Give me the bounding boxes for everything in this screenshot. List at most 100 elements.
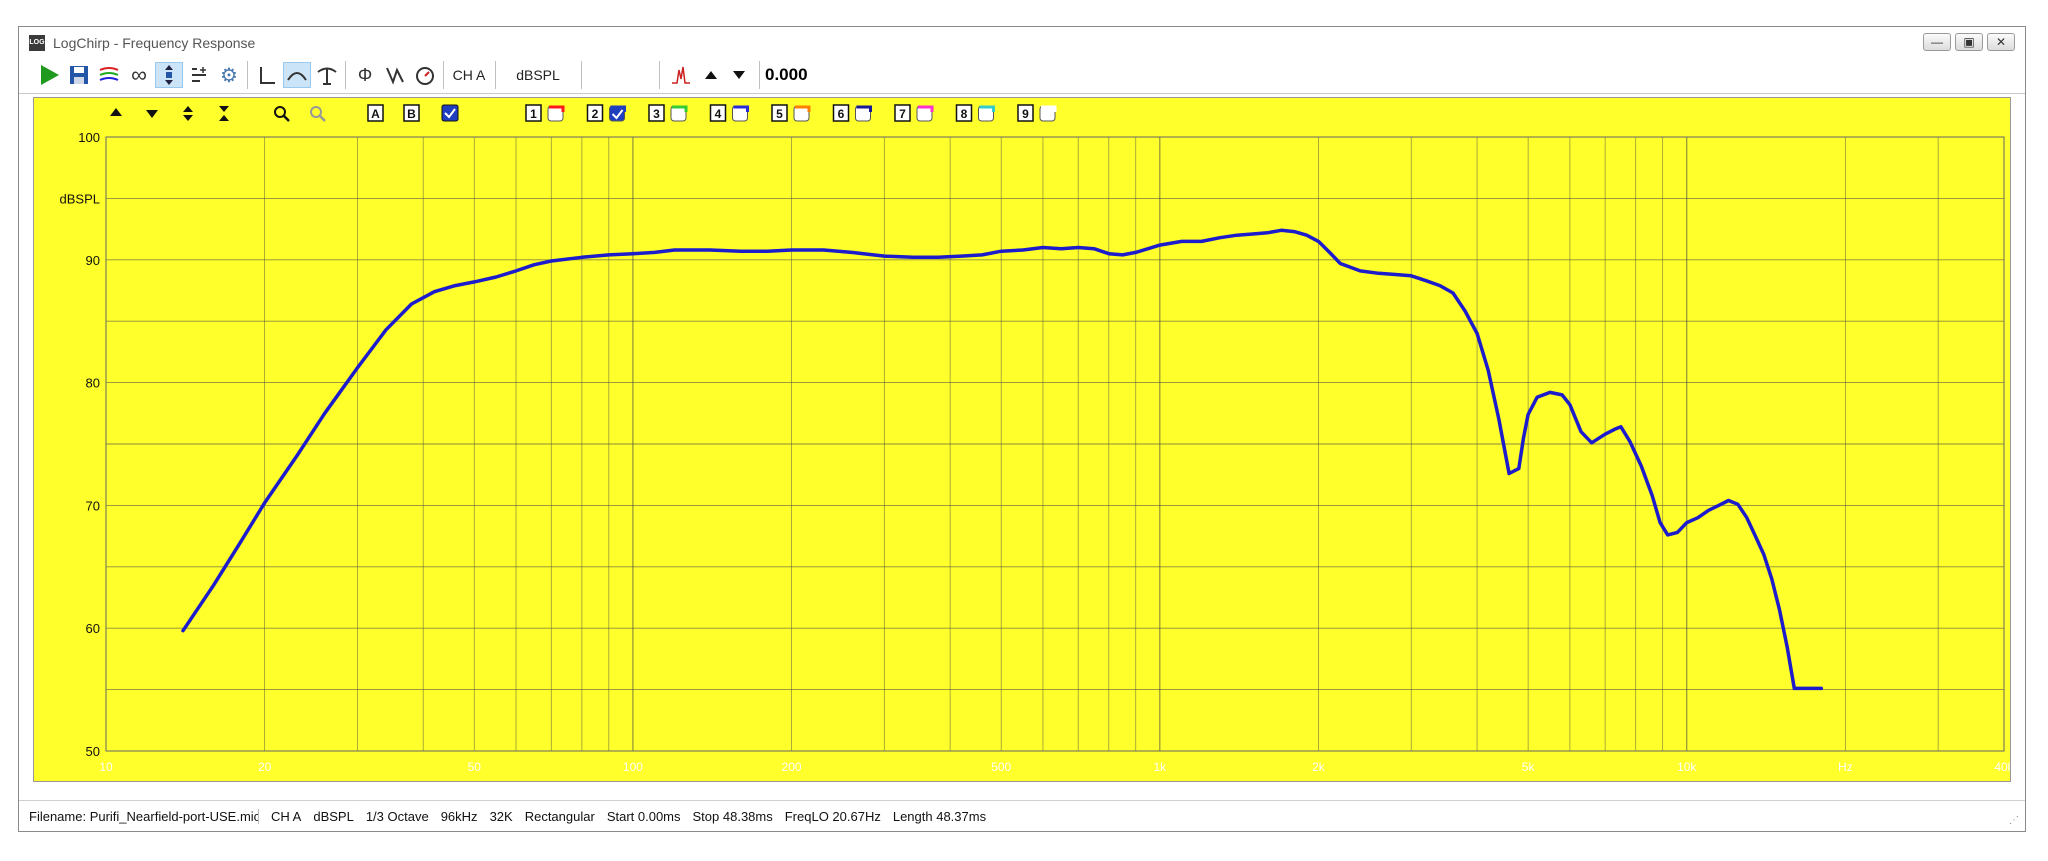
- restore-button[interactable]: ▣: [1955, 33, 1983, 51]
- plot-canvas[interactable]: 50 60 70 80 90 100 dBSPL 10 20 50 100 200 500 1k 2k 5k 1…: [34, 98, 2010, 781]
- status-start: Start 0.00ms: [606, 808, 681, 824]
- status-sample-rate: 96kHz: [440, 808, 478, 824]
- plot-controls: A B 1 2 3 4 5 6 7 8 9: [110, 104, 1057, 122]
- trace-number: 3: [653, 107, 660, 121]
- trace-toggle-3[interactable]: 3: [648, 104, 688, 122]
- arrow-down-icon: [733, 71, 745, 79]
- zoom-out-button[interactable]: [310, 106, 326, 122]
- phase-button[interactable]: Φ: [351, 62, 379, 88]
- status-unit: dBSPL: [313, 808, 354, 824]
- value-down-button[interactable]: [725, 62, 753, 88]
- trace-toggle-9[interactable]: 9: [1017, 104, 1057, 122]
- peak-button[interactable]: [667, 62, 695, 88]
- title-bar: LOG LogChirp - Frequency Response — ▣ ✕: [19, 27, 2025, 57]
- overlay-button-b[interactable]: B: [403, 104, 420, 122]
- settings-button[interactable]: ⚙: [215, 62, 243, 88]
- spectrum-button[interactable]: [95, 62, 123, 88]
- trace-number: 6: [838, 107, 845, 121]
- group-delay-button[interactable]: [381, 62, 409, 88]
- checkbox-box: [441, 104, 459, 122]
- group-delay-icon: [386, 67, 404, 85]
- window-title: LogChirp - Frequency Response: [53, 35, 256, 51]
- expand-down-icon: [183, 115, 193, 121]
- trace-toggle-7[interactable]: 7: [894, 104, 934, 122]
- toolbar-separator: [659, 61, 660, 89]
- zoom-in-handle: [283, 115, 290, 122]
- vertical-zoom-icon: [165, 65, 173, 85]
- arrow-up-icon: [705, 71, 717, 79]
- status-freqlo: FreqLO 20.67Hz: [784, 808, 881, 824]
- fit-icon: [192, 67, 206, 82]
- unit-selector[interactable]: dBSPL: [503, 62, 573, 88]
- app-icon: LOG: [29, 35, 45, 51]
- loop-button[interactable]: ∞: [125, 62, 153, 88]
- channel-selector[interactable]: CH A: [449, 62, 489, 88]
- x-tick-label: 1k: [1153, 760, 1167, 774]
- phase-icon: Φ: [357, 64, 373, 85]
- move-down-button[interactable]: [146, 110, 158, 118]
- save-button[interactable]: [65, 62, 93, 88]
- close-icon: ✕: [1995, 35, 2007, 49]
- status-fft-size: 32K: [489, 808, 513, 824]
- frequency-response-plot[interactable]: 50 60 70 80 90 100 dBSPL 10 20 50 100 200 500 1k 2k 5k 1…: [33, 97, 2011, 782]
- resize-grip-icon[interactable]: ⋰: [2009, 815, 2021, 827]
- timer-button[interactable]: [411, 62, 439, 88]
- trace-toggle-5[interactable]: 5: [771, 104, 811, 122]
- value-up-button[interactable]: [697, 62, 725, 88]
- x-tick-label: 100: [623, 760, 643, 774]
- zoom-out-icon: [310, 106, 322, 118]
- unit-label: dBSPL: [516, 67, 560, 83]
- y-tick-label: 70: [86, 498, 100, 513]
- status-window: Rectangular: [524, 808, 595, 824]
- x-tick-label: 20: [258, 760, 272, 774]
- toolbar-separator: [345, 61, 346, 89]
- main-window: LOG LogChirp - Frequency Response — ▣ ✕ …: [18, 26, 2026, 832]
- minimize-button[interactable]: —: [1923, 33, 1951, 51]
- grid-lines: [106, 137, 2004, 751]
- toolbar-separator: [581, 61, 582, 89]
- offset-value-text: 0.000: [765, 65, 808, 84]
- save-icon: [70, 66, 88, 84]
- toolbar-separator: [495, 61, 496, 89]
- x-tick-label: 10k: [1677, 760, 1697, 774]
- trace-toggle-1[interactable]: 1: [525, 104, 565, 122]
- run-button[interactable]: [35, 62, 63, 88]
- gear-icon: ⚙: [220, 64, 238, 87]
- expand-button[interactable]: [183, 106, 193, 121]
- y-tick-label: 50: [86, 744, 100, 759]
- frequency-response-button[interactable]: [283, 62, 311, 88]
- trace-number: 9: [1022, 107, 1029, 121]
- peak-icon: [672, 66, 690, 84]
- overlay-label: B: [407, 107, 416, 121]
- status-channel: CH A: [271, 808, 302, 824]
- status-stop: Stop 48.38ms: [692, 808, 773, 824]
- fit-button[interactable]: [185, 62, 213, 88]
- close-button[interactable]: ✕: [1987, 33, 2015, 51]
- waterfall-icon: [99, 67, 119, 81]
- trace-number: 4: [715, 107, 722, 121]
- minimize-icon: —: [1931, 35, 1943, 49]
- overlay-button-a[interactable]: A: [367, 104, 384, 122]
- move-up-button[interactable]: [110, 108, 122, 116]
- trace-toggle-2[interactable]: 2: [586, 104, 626, 122]
- status-smoothing: 1/3 Octave: [365, 808, 429, 824]
- trace-toggle-6[interactable]: 6: [832, 104, 872, 122]
- window-controls: — ▣ ✕: [1923, 33, 2015, 51]
- curve-icon: [287, 72, 307, 81]
- x-tick-label: Hz: [1838, 760, 1853, 774]
- overlay-label: A: [371, 107, 380, 121]
- impulse-button[interactable]: [253, 62, 281, 88]
- trace-toggle-4[interactable]: 4: [709, 104, 749, 122]
- zoom-in-button[interactable]: [274, 106, 290, 122]
- x-tick-label: 200: [782, 760, 802, 774]
- arrow-up-icon: [110, 108, 122, 116]
- trace-number: 5: [776, 107, 783, 121]
- trace-toggle-8[interactable]: 8: [955, 104, 995, 122]
- master-trace-checkbox[interactable]: [441, 104, 459, 122]
- y-tick-label: 100: [78, 130, 100, 145]
- compress-button[interactable]: [219, 106, 229, 121]
- zoom-vertical-button[interactable]: [155, 62, 183, 88]
- step-response-button[interactable]: [313, 62, 341, 88]
- x-tick-label: 40k: [1994, 760, 2010, 774]
- status-length: Length 48.37ms: [892, 808, 987, 824]
